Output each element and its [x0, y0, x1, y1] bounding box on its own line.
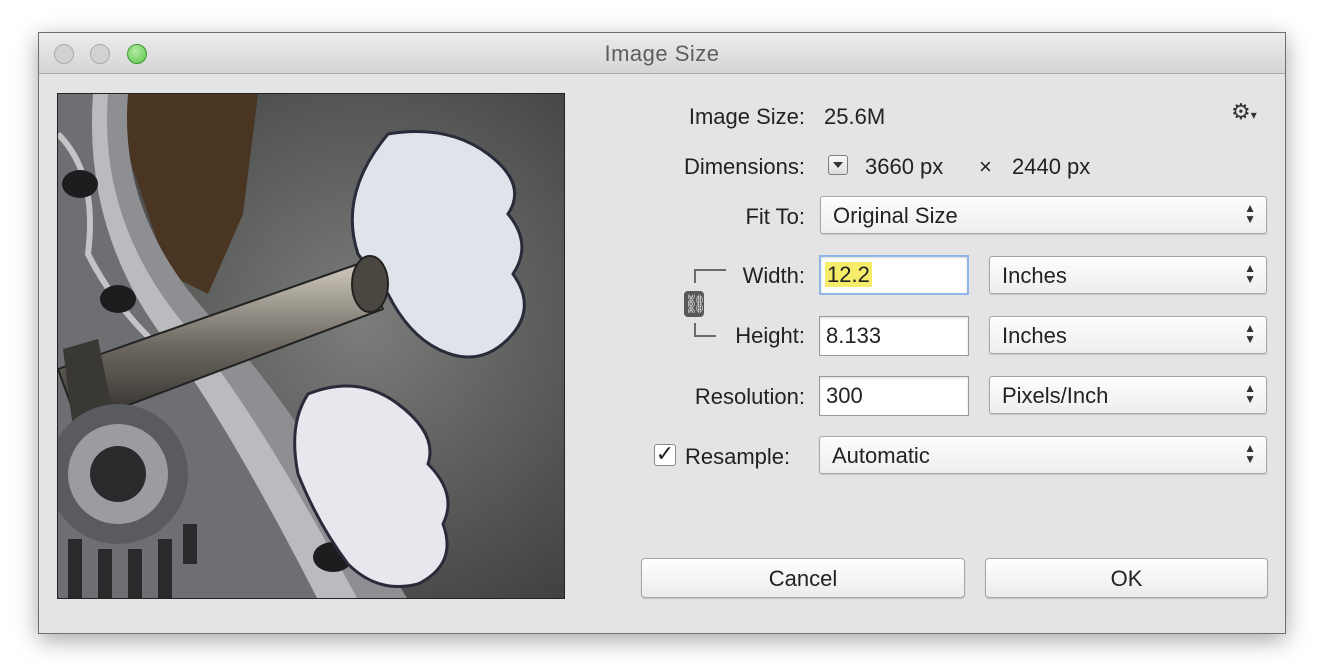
resolution-unit-select[interactable]: Pixels/Inch ▲ ▼ [989, 376, 1267, 414]
height-label: Height: [735, 323, 805, 348]
image-size-value: 25.6M [824, 104, 886, 129]
window-title: Image Size [604, 41, 720, 66]
height-unit-value: Inches [1002, 323, 1067, 348]
constrain-bracket-top [694, 269, 726, 283]
dimensions-times-symbol: × [979, 154, 992, 179]
chain-link-icon[interactable]: ⛓ [684, 291, 707, 317]
image-preview[interactable] [57, 93, 565, 599]
resolution-value: 300 [826, 383, 863, 408]
resample-checkbox[interactable]: ✓ [654, 441, 676, 466]
dimensions-height-value: 2440 px [1012, 154, 1091, 179]
cancel-button[interactable]: Cancel [641, 558, 965, 598]
resample-method-value: Automatic [832, 443, 930, 468]
width-input[interactable]: 12.2 [819, 255, 969, 295]
select-arrows-icon: ▲ ▼ [1244, 321, 1256, 346]
constrain-bracket-bottom [694, 323, 716, 337]
resolution-unit-value: Pixels/Inch [1002, 383, 1109, 408]
select-arrows-icon: ▲ ▼ [1244, 261, 1256, 286]
image-size-dialog: Image Size ⚙▾ Image Size: 25.6M Dimensio… [38, 32, 1286, 634]
select-arrows-icon: ▲ ▼ [1244, 381, 1256, 406]
fit-to-label: Fit To: [745, 204, 805, 229]
height-value: 8.133 [826, 323, 882, 348]
dimensions-width-value: 3660 px [865, 154, 944, 179]
width-value: 12.2 [825, 262, 872, 287]
fit-to-value: Original Size [833, 203, 958, 228]
width-unit-select[interactable]: Inches ▲ ▼ [989, 256, 1267, 294]
image-size-label: Image Size: [688, 104, 805, 129]
height-input[interactable]: 8.133 [819, 316, 969, 356]
gear-icon[interactable]: ⚙▾ [1231, 99, 1257, 125]
resolution-input[interactable]: 300 [819, 376, 969, 416]
checkmark-icon: ✓ [655, 441, 675, 466]
resample-method-select[interactable]: Automatic ▲ ▼ [819, 436, 1267, 474]
title-bar: Image Size [39, 33, 1285, 74]
ok-button[interactable]: OK [985, 558, 1268, 598]
fit-to-select[interactable]: Original Size ▲ ▼ [820, 196, 1267, 234]
select-arrows-icon: ▲ ▼ [1244, 441, 1256, 466]
dimensions-label: Dimensions: [683, 154, 805, 179]
preview-photo [58, 94, 564, 598]
width-label: Width: [742, 263, 805, 288]
width-unit-value: Inches [1002, 263, 1067, 288]
dimensions-unit-dropdown[interactable] [828, 155, 848, 175]
resolution-label: Resolution: [694, 384, 805, 409]
select-arrows-icon: ▲ ▼ [1244, 201, 1256, 226]
resample-label: Resample: [685, 444, 791, 469]
height-unit-select[interactable]: Inches ▲ ▼ [989, 316, 1267, 354]
